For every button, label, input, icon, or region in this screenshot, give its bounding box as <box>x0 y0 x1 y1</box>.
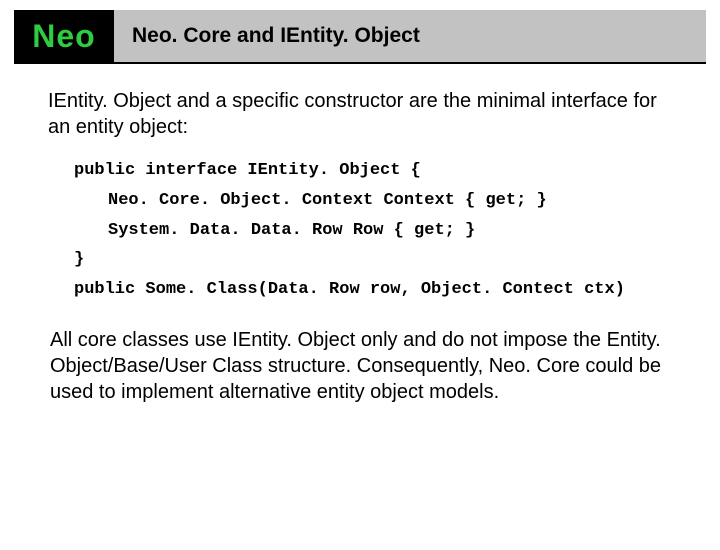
code-line: public interface IEntity. Object { <box>74 156 672 186</box>
code-line: public Some. Class(Data. Row row, Object… <box>74 275 672 305</box>
slide-header: Neo Neo. Core and IEntity. Object <box>14 10 706 64</box>
footer-text: All core classes use IEntity. Object onl… <box>48 327 672 405</box>
slide-title: Neo. Core and IEntity. Object <box>114 10 706 62</box>
code-line: System. Data. Data. Row Row { get; } <box>74 216 672 246</box>
code-line: Neo. Core. Object. Context Context { get… <box>74 186 672 216</box>
slide-content: IEntity. Object and a specific construct… <box>0 64 720 405</box>
logo: Neo <box>14 10 114 62</box>
intro-text: IEntity. Object and a specific construct… <box>48 88 672 140</box>
code-block: public interface IEntity. Object { Neo. … <box>48 156 672 305</box>
code-line: } <box>74 245 672 275</box>
